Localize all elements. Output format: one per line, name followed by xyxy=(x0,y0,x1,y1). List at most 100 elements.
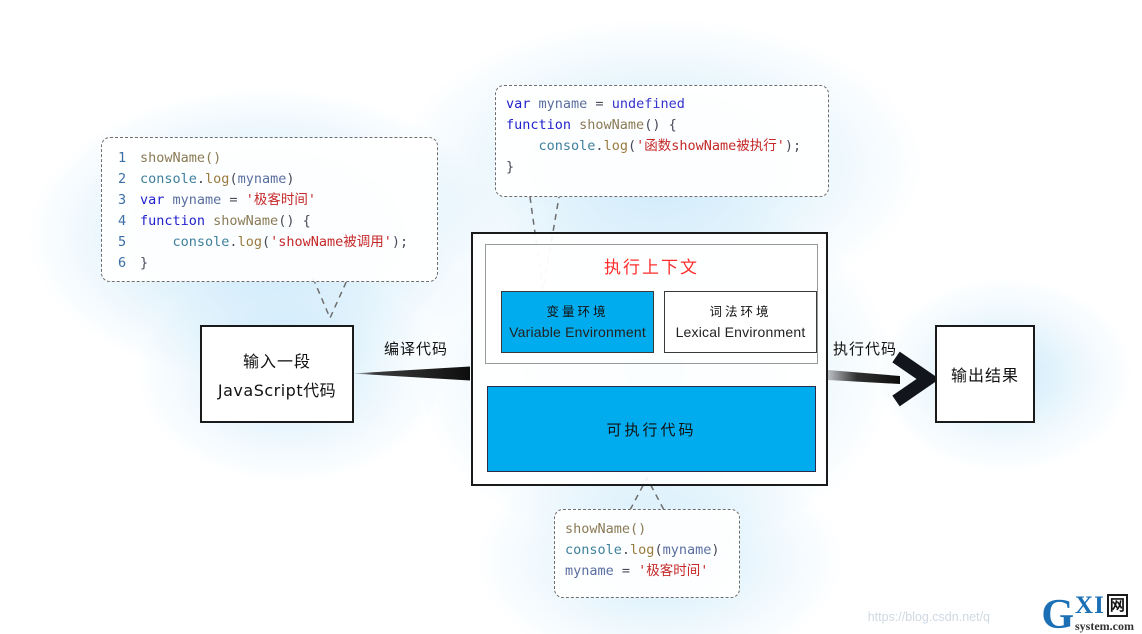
code-token: showName() xyxy=(565,521,647,537)
compile-arrow-label: 编译代码 xyxy=(384,340,449,358)
code-token: log xyxy=(630,542,655,558)
code-token: = xyxy=(229,192,246,208)
watermark-url: https://blog.csdn.net/q xyxy=(867,610,990,624)
code-token: console xyxy=(140,171,197,187)
code-token: ) xyxy=(286,171,295,187)
code-line: 6} xyxy=(118,253,425,274)
compile-arrow xyxy=(352,366,470,381)
code-line-text: var myname = undefined xyxy=(506,94,685,115)
code-token: '极客时间' xyxy=(638,563,709,579)
code-line-text: console.log('函数showName被执行'); xyxy=(506,136,802,157)
variable-environment-label-en: Variable Environment xyxy=(509,324,646,340)
code-token: . xyxy=(229,234,238,250)
code-line-number: 4 xyxy=(118,213,127,229)
variable-environment-label-cn: 变量环境 xyxy=(546,304,609,319)
code-line-text: } xyxy=(140,253,148,274)
variable-environment-box: 变量环境 Variable Environment xyxy=(501,291,654,353)
code-line: console.log(myname) xyxy=(565,540,729,561)
code-token: showName() xyxy=(140,150,222,166)
code-line-number: 3 xyxy=(118,192,127,208)
code-token: var xyxy=(140,192,165,208)
code-line: function showName() { xyxy=(506,115,816,136)
output-box-label: 输出结果 xyxy=(950,366,1019,385)
code-token: myname xyxy=(662,542,712,558)
execution-context-inner-panel: 执行上下文 变量环境 Variable Environment 词法环境 Lex… xyxy=(485,244,818,364)
variable-environment-callout: var myname = undefined function showName(… xyxy=(495,85,829,197)
code-line: 1 showName() xyxy=(118,148,425,169)
code-line-text: myname = '极客时间' xyxy=(565,561,708,582)
code-line-text: console.log(myname) xyxy=(565,540,720,561)
code-line-number: 5 xyxy=(118,234,127,250)
code-token: var xyxy=(506,96,531,112)
code-line: } xyxy=(506,157,816,178)
code-line: console.log('函数showName被执行'); xyxy=(506,136,816,157)
code-token: console xyxy=(172,234,230,250)
execution-context-title: 执行上下文 xyxy=(604,258,699,278)
code-line-text: function showName() { xyxy=(140,211,311,232)
code-line-text: var myname = '极客时间' xyxy=(140,190,316,211)
code-token: function xyxy=(140,213,206,229)
code-token: console xyxy=(565,542,622,558)
code-token: ( xyxy=(261,234,271,250)
logo-cjk-net: 网 xyxy=(1106,594,1128,617)
code-token: . xyxy=(621,542,631,558)
code-token: showName xyxy=(205,213,279,229)
execute-arrow-label: 执行代码 xyxy=(833,340,898,358)
code-line-text: console.log('showName被调用'); xyxy=(140,232,409,253)
code-token: showName xyxy=(571,117,645,133)
code-token: . xyxy=(196,171,206,187)
code-line: 3 var myname = '极客时间' xyxy=(118,190,425,211)
code-token: ( xyxy=(627,138,637,154)
executable-code-block: showName() console.log(myname) myname = '极… xyxy=(565,519,729,582)
code-token: function xyxy=(506,117,572,133)
source-code-callout: 1 showName() 2 console.log(myname) 3 var myna… xyxy=(101,137,438,282)
code-token: undefined xyxy=(611,96,685,112)
code-token: 'showName被调用' xyxy=(270,234,392,250)
code-token: myname xyxy=(164,192,230,208)
code-line: 4 function showName() { xyxy=(118,211,425,232)
code-line-text: } xyxy=(506,157,514,178)
lexical-environment-label-cn: 词法环境 xyxy=(709,304,772,319)
executable-code-box: 可执行代码 xyxy=(487,386,816,472)
code-line-text: function showName() { xyxy=(506,115,677,136)
execute-arrow-head xyxy=(892,351,940,407)
code-line: var myname = undefined xyxy=(506,94,816,115)
code-line-number: 6 xyxy=(118,255,127,271)
source-code-block: 1 showName() 2 console.log(myname) 3 var myna… xyxy=(118,148,425,274)
code-token: '函数showName被执行' xyxy=(636,138,785,154)
lexical-environment-label-en: Lexical Environment xyxy=(675,324,806,340)
code-line: 5 console.log('showName被调用'); xyxy=(118,232,425,253)
code-token: log xyxy=(603,138,628,154)
logo-letter-g: G xyxy=(1041,592,1075,634)
code-token: console xyxy=(538,138,596,154)
code-token: } xyxy=(140,255,149,271)
code-line-text: showName() xyxy=(565,519,646,540)
code-token: myname xyxy=(565,563,622,579)
site-logo: G XI 网 system.com xyxy=(1041,592,1134,634)
code-line-number: 1 xyxy=(118,150,127,166)
code-token: myname xyxy=(530,96,596,112)
execution-context-box: 执行上下文 变量环境 Variable Environment 词法环境 Lex… xyxy=(471,232,828,486)
code-token: '极客时间' xyxy=(245,192,316,208)
code-line-number: 2 xyxy=(118,171,127,187)
input-box-line1: 输入一段 xyxy=(242,351,311,371)
code-token: ) xyxy=(711,542,720,558)
code-token: log xyxy=(205,171,230,187)
code-token: } xyxy=(506,159,515,175)
input-box: 输入一段 JavaScript代码 xyxy=(200,325,354,423)
code-token: () { xyxy=(644,117,677,133)
logo-domain: system.com xyxy=(1075,619,1134,633)
code-line: showName() xyxy=(565,519,729,540)
code-token: . xyxy=(595,138,604,154)
diagram-canvas: 1 showName() 2 console.log(myname) 3 var myna… xyxy=(0,0,1142,634)
output-box: 输出结果 xyxy=(935,325,1035,423)
lexical-environment-box: 词法环境 Lexical Environment xyxy=(664,291,817,353)
code-token: () { xyxy=(278,213,311,229)
code-line: 2 console.log(myname) xyxy=(118,169,425,190)
code-token: log xyxy=(237,234,262,250)
code-token: ); xyxy=(391,234,409,250)
logo-letters-xi: XI xyxy=(1075,592,1105,619)
executable-code-callout: showName() console.log(myname) myname = '极… xyxy=(554,509,740,598)
source-code-tail xyxy=(312,277,349,320)
